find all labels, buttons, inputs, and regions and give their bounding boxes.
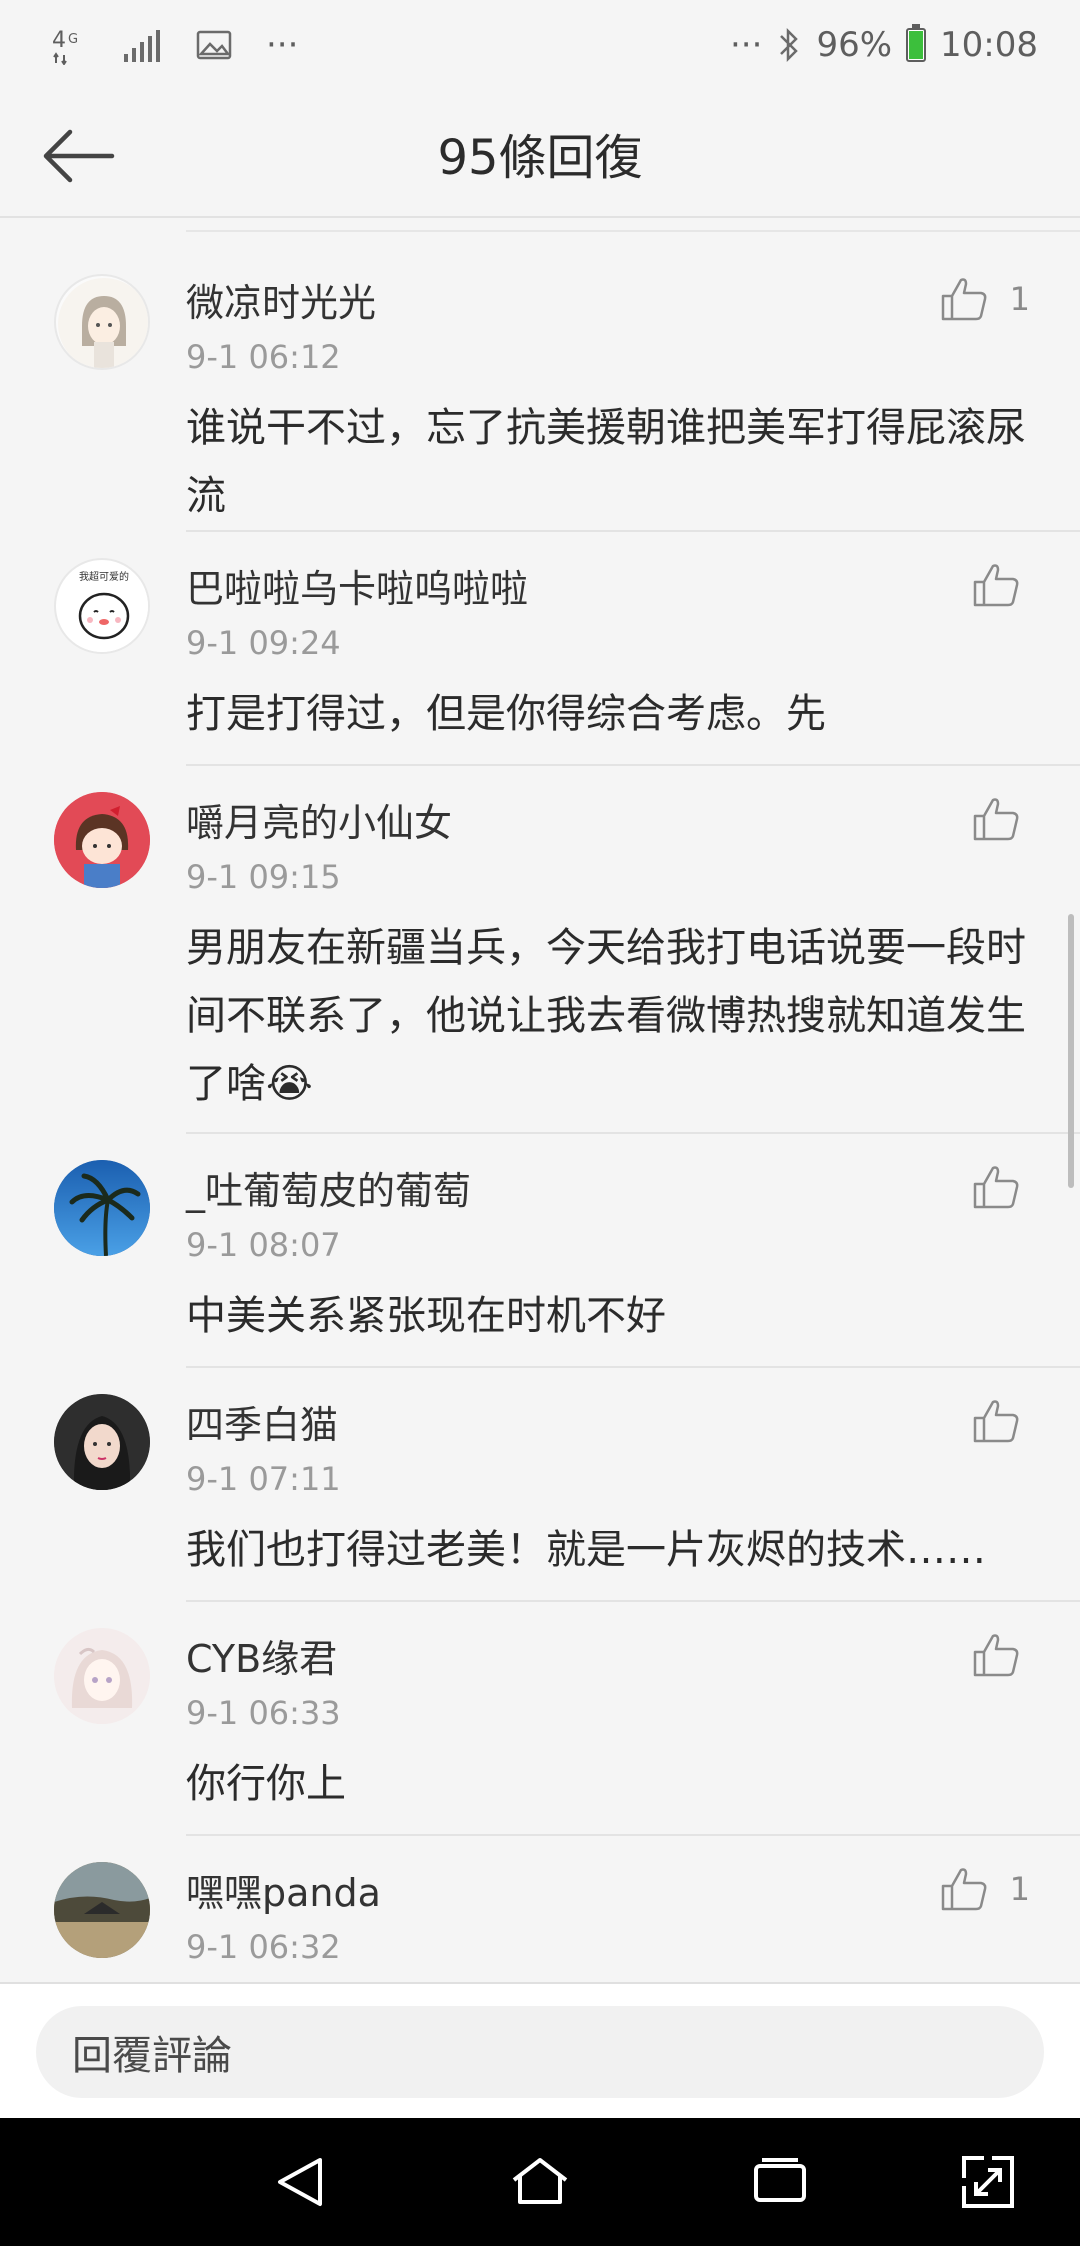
signal-icon <box>122 28 162 62</box>
avatar[interactable] <box>54 1394 150 1490</box>
like-count: 1 <box>1009 280 1030 318</box>
comment-time: 9-1 06:12 <box>186 338 341 376</box>
comment-time: 9-1 09:24 <box>186 624 341 662</box>
comment-username[interactable]: 微凉时光光 <box>186 272 376 327</box>
status-more-right: ··· <box>730 25 763 65</box>
comment-item[interactable]: 我超可爱的 巴啦啦乌卡啦呜啦啦 9-1 09:24 打是打得过，但是你得综合考虑… <box>0 532 1080 766</box>
svg-text:G: G <box>68 32 78 47</box>
comment-text: 男朋友在新疆当兵，今天给我打电话说要一段时间不联系了，他说让我去看微博热搜就知道… <box>186 925 1026 1107</box>
comment-item[interactable]: _吐葡萄皮的葡萄 9-1 08:07 中美关系紧张现在时机不好 <box>0 1134 1080 1368</box>
thumbs-up-icon <box>973 564 1019 607</box>
comment-item[interactable]: 微凉时光光 9-1 06:12 谁说干不过，忘了抗美援朝谁把美军打得屁滚尿流 1 <box>0 232 1080 532</box>
expand-icon <box>962 2156 1014 2208</box>
triangle-back-icon <box>278 2158 322 2206</box>
nav-recent-button[interactable] <box>748 2150 812 2214</box>
comment-item[interactable]: 嘿嘿panda 9-1 06:32 1 <box>0 1836 1080 1982</box>
svg-text:4: 4 <box>52 28 66 53</box>
comment-time: 9-1 06:33 <box>186 1694 341 1732</box>
status-more-left: ··· <box>266 25 299 65</box>
bluetooth-icon <box>776 26 802 64</box>
like-button[interactable]: 1 <box>940 1866 1030 1912</box>
avatar[interactable] <box>54 1862 150 1958</box>
system-nav-bar <box>0 2118 1080 2246</box>
avatar[interactable]: 我超可爱的 <box>54 558 150 654</box>
like-button[interactable] <box>972 562 1020 608</box>
comment-text: 打是打得过，但是你得综合考虑。先 <box>186 691 826 737</box>
home-icon <box>512 2158 568 2204</box>
page-title: 95條回復 <box>437 130 643 186</box>
avatar[interactable] <box>54 1160 150 1256</box>
reply-bar: 回覆評論 <box>0 1982 1080 2118</box>
comment-username[interactable]: 巴啦啦乌卡啦呜啦啦 <box>186 558 528 613</box>
comment-time: 9-1 08:07 <box>186 1226 341 1264</box>
comment-username[interactable]: 四季白猫 <box>186 1394 338 1449</box>
comment-list[interactable]: 微凉时光光 9-1 06:12 谁说干不过，忘了抗美援朝谁把美军打得屁滚尿流 1… <box>0 218 1080 1982</box>
comment-text: 我们也打得过老美！就是一片灰烬的技术…… <box>186 1527 986 1573</box>
recent-apps-icon <box>754 2158 806 2202</box>
like-button[interactable] <box>972 1398 1020 1444</box>
avatar[interactable] <box>54 1628 150 1724</box>
thumbs-up-icon <box>941 278 987 321</box>
battery-percent: 96% <box>816 25 893 65</box>
like-button[interactable] <box>972 1164 1020 1210</box>
thumbs-up-icon <box>973 798 1019 841</box>
reply-input[interactable]: 回覆評論 <box>36 2006 1044 2098</box>
nav-home-button[interactable] <box>508 2150 572 2214</box>
comment-text: 中美关系紧张现在时机不好 <box>186 1293 666 1339</box>
comment-username[interactable]: 嘿嘿panda <box>186 1862 381 1917</box>
like-button[interactable] <box>972 796 1020 842</box>
comment-text: 你行你上 <box>186 1761 346 1807</box>
thumbs-up-icon <box>973 1634 1019 1677</box>
thumbs-up-icon <box>941 1868 987 1911</box>
status-time: 10:08 <box>940 25 1038 65</box>
avatar-caption: 我超可爱的 <box>79 570 129 583</box>
like-count: 1 <box>1009 1870 1030 1908</box>
status-left: 4 G ··· <box>52 22 298 68</box>
comment-username[interactable]: 嚼月亮的小仙女 <box>186 792 452 847</box>
thumbs-up-icon <box>973 1166 1019 1209</box>
avatar[interactable] <box>54 274 150 370</box>
status-right: ··· 96% 10:08 <box>730 22 1038 68</box>
status-bar: 4 G ··· ··· 96% 10:08 <box>0 0 1080 90</box>
comment-username[interactable]: CYB缘君 <box>186 1628 337 1683</box>
comment-time: 9-1 07:11 <box>186 1460 341 1498</box>
comment-item[interactable]: CYB缘君 9-1 06:33 你行你上 <box>0 1602 1080 1836</box>
comment-time: 9-1 09:15 <box>186 858 341 896</box>
nav-back-button[interactable] <box>270 2150 334 2214</box>
avatar[interactable] <box>54 792 150 888</box>
comment-time: 9-1 06:32 <box>186 1928 341 1966</box>
comment-item[interactable]: 嚼月亮的小仙女 9-1 09:15 男朋友在新疆当兵，今天给我打电话说要一段时间… <box>0 766 1080 1134</box>
network-4g-icon: 4 G <box>52 25 88 65</box>
image-icon <box>196 30 232 60</box>
thumbs-up-icon <box>973 1400 1019 1443</box>
battery-icon <box>906 24 927 62</box>
scrollbar[interactable] <box>1068 914 1074 1188</box>
like-button[interactable]: 1 <box>940 276 1030 322</box>
comment-item[interactable]: 四季白猫 9-1 07:11 我们也打得过老美！就是一片灰烬的技术…… <box>0 1368 1080 1602</box>
comment-text: 谁说干不过，忘了抗美援朝谁把美军打得屁滚尿流 <box>186 405 1026 519</box>
nav-expand-button[interactable] <box>956 2150 1020 2214</box>
like-button[interactable] <box>972 1632 1020 1678</box>
comment-username[interactable]: _吐葡萄皮的葡萄 <box>186 1160 471 1215</box>
header: 95條回復 <box>0 90 1080 218</box>
